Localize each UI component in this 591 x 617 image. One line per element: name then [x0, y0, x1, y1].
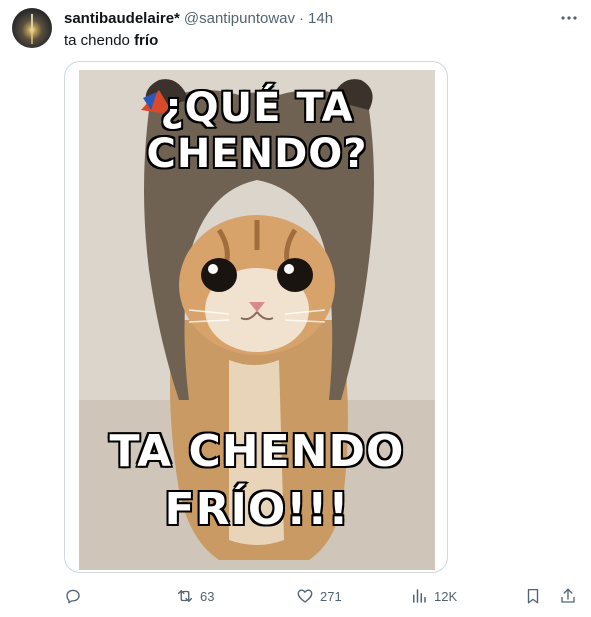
user-handle[interactable]: @santipuntowav [184, 10, 295, 27]
avatar[interactable] [12, 8, 52, 48]
heart-icon [297, 589, 313, 603]
meme-top-line-2: CHENDO? [145, 131, 368, 177]
reply-button[interactable] [64, 584, 82, 608]
meme-bottom-line-1: TA CHENDO [108, 426, 405, 477]
timestamp[interactable]: 14h [308, 10, 333, 27]
separator-dot: · [299, 9, 305, 27]
meme-top-text: ¿QUÉ TA CHENDO? [79, 85, 435, 177]
tweet-media[interactable]: ¿QUÉ TA CHENDO? TA CHENDO FRÍO!!! [64, 61, 448, 573]
reply-icon [66, 589, 80, 604]
meme-bottom-line-2: FRÍO!!! [163, 484, 350, 535]
meme-image[interactable]: ¿QUÉ TA CHENDO? TA CHENDO FRÍO!!! [79, 70, 435, 570]
tweet-header: santibaudelaire* @santipuntowav · 14h [64, 9, 333, 27]
retweet-icon [177, 590, 193, 602]
meme-bottom-text: TA CHENDO FRÍO!!! [79, 426, 435, 535]
tweet-text-bold: frío [134, 32, 159, 49]
more-icon [561, 16, 577, 20]
views-button[interactable]: 12K [410, 584, 457, 608]
retweet-button[interactable]: 63 [176, 584, 214, 608]
share-icon [561, 588, 575, 603]
bookmark-button[interactable] [524, 584, 542, 608]
retweet-count: 63 [200, 588, 215, 604]
more-options-button[interactable] [556, 8, 582, 28]
like-button[interactable]: 271 [296, 584, 342, 608]
like-count: 271 [320, 588, 342, 604]
tweet-actions: 63 271 12K [64, 584, 584, 608]
tweet-text: ta chendo frío [64, 31, 158, 51]
display-name[interactable]: santibaudelaire* [64, 10, 180, 27]
views-icon [413, 589, 426, 603]
bookmark-icon [527, 588, 539, 604]
share-button[interactable] [559, 584, 577, 608]
tweet-text-plain: ta chendo [64, 32, 135, 49]
views-count: 12K [434, 588, 458, 604]
meme-top-line-1: ¿QUÉ TA [159, 85, 354, 131]
tweet[interactable]: santibaudelaire* @santipuntowav · 14h ta… [0, 0, 591, 617]
